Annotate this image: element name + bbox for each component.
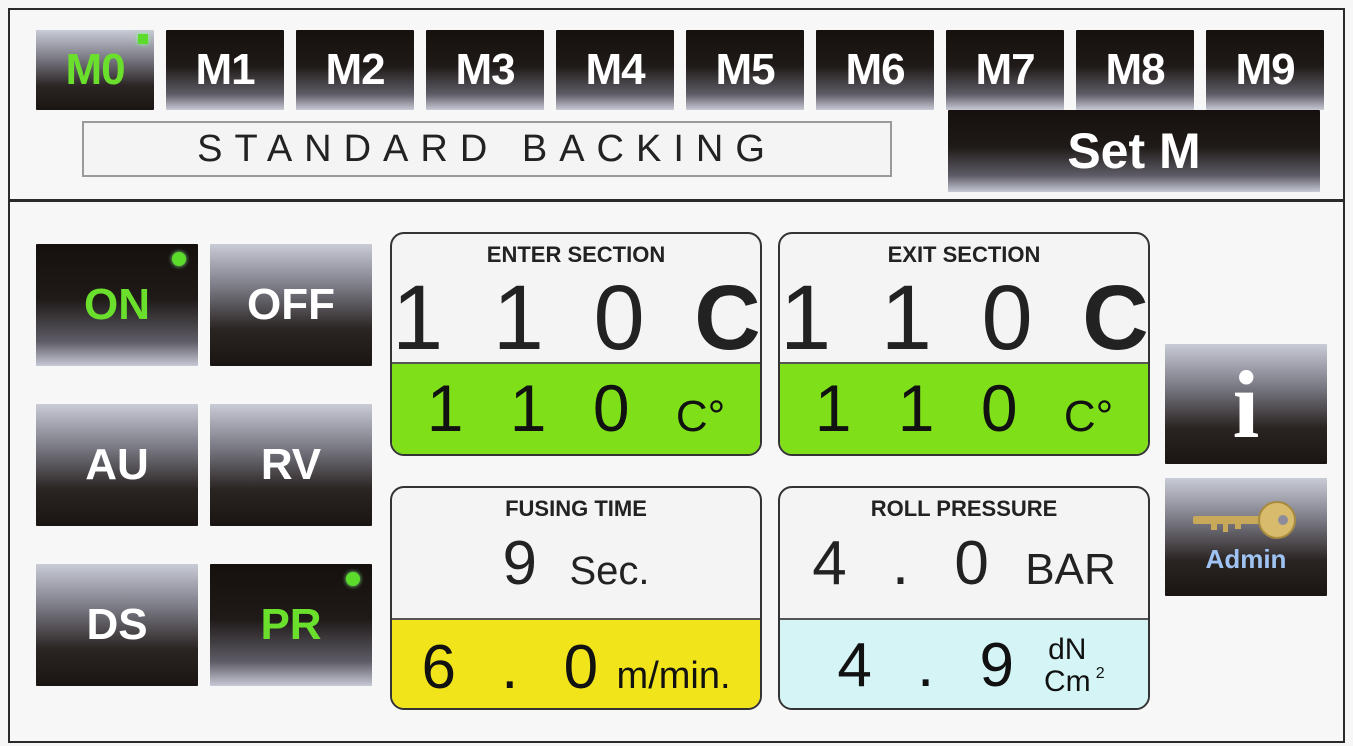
line-speed-value: 6 . 0 bbox=[421, 633, 613, 702]
memory-tab-m6[interactable]: M6 bbox=[816, 30, 934, 110]
rv-label: RV bbox=[260, 440, 322, 489]
fusing-time-unit: Sec. bbox=[569, 549, 650, 593]
enter-actual-value: 1 1 0 bbox=[426, 371, 644, 445]
on-button[interactable]: ON bbox=[36, 244, 198, 366]
roll-pressure-value: 4 . 0 bbox=[812, 529, 1003, 598]
enter-setpoint-area[interactable]: ENTER SECTION 1 1 0 C° bbox=[392, 234, 760, 369]
set-memory-label: Set M bbox=[1067, 123, 1201, 179]
exit-setpoint-display: 1 1 0 C° bbox=[780, 266, 1148, 371]
memory-tab-m9[interactable]: M9 bbox=[1206, 30, 1324, 110]
memory-tab-label: M1 bbox=[195, 45, 255, 94]
fusing-time-area[interactable]: FUSING TIME 9 Sec. bbox=[392, 488, 760, 618]
enter-actual-display: 1 1 0 C° bbox=[392, 370, 760, 446]
exit-actual-unit: C° bbox=[1063, 392, 1114, 441]
on-indicator-led bbox=[172, 252, 186, 266]
exit-setpoint-unit: C° bbox=[1082, 267, 1149, 369]
roll-force-unit: dN Cm 2 bbox=[1043, 632, 1105, 698]
info-button[interactable]: i bbox=[1165, 344, 1327, 464]
enter-section-panel[interactable]: ENTER SECTION 1 1 0 C° 1 1 0 C° bbox=[390, 232, 762, 456]
exit-setpoint-area[interactable]: EXIT SECTION 1 1 0 C° bbox=[780, 234, 1148, 369]
memory-tab-m5[interactable]: M5 bbox=[686, 30, 804, 110]
au-button[interactable]: AU bbox=[36, 404, 198, 526]
info-icon: i bbox=[1232, 350, 1260, 458]
line-speed-display: 6 . 0 m/min. bbox=[392, 632, 760, 703]
exit-actual-area: 1 1 0 C° bbox=[780, 362, 1148, 454]
au-label: AU bbox=[85, 440, 149, 489]
rv-button[interactable]: RV bbox=[210, 404, 372, 526]
exit-actual-display: 1 1 0 C° bbox=[780, 370, 1148, 446]
exit-setpoint-value: 1 1 0 bbox=[780, 267, 1045, 369]
memory-tab-label: M4 bbox=[585, 45, 645, 94]
memory-tab-label: M3 bbox=[455, 45, 515, 94]
enter-setpoint-display: 1 1 0 C° bbox=[392, 266, 760, 371]
ds-button[interactable]: DS bbox=[36, 564, 198, 686]
roll-pressure-title: ROLL PRESSURE bbox=[870, 496, 1058, 521]
fusing-time-value: 9 bbox=[502, 529, 537, 598]
memory-tab-active-indicator bbox=[138, 34, 148, 44]
ds-label: DS bbox=[86, 600, 148, 649]
roll-force-value: 4 . 9 bbox=[837, 631, 1028, 700]
on-label: ON bbox=[84, 280, 150, 329]
memory-tab-m8[interactable]: M8 bbox=[1076, 30, 1194, 110]
memory-tab-m7[interactable]: M7 bbox=[946, 30, 1064, 110]
memory-tab-m1[interactable]: M1 bbox=[166, 30, 284, 110]
memory-tab-label: M6 bbox=[845, 45, 905, 94]
hmi-screen: M0 M1 M2 M3 M4 M5 M6 M7 M8 M9 STANDARD BACKING Se… bbox=[8, 8, 1345, 743]
exit-section-title: EXIT SECTION bbox=[887, 242, 1041, 267]
set-memory-button[interactable]: Set M bbox=[948, 110, 1320, 192]
exit-section-panel[interactable]: EXIT SECTION 1 1 0 C° 1 1 0 C° bbox=[778, 232, 1150, 456]
pr-label: PR bbox=[260, 600, 322, 649]
memory-tab-label: M8 bbox=[1105, 45, 1165, 94]
fusing-time-title: FUSING TIME bbox=[505, 496, 647, 521]
admin-button[interactable]: Admin bbox=[1165, 478, 1327, 596]
memory-tab-m2[interactable]: M2 bbox=[296, 30, 414, 110]
roll-force-unit-top: dN bbox=[1048, 632, 1087, 666]
enter-actual-area: 1 1 0 C° bbox=[392, 362, 760, 454]
fusing-time-display: 9 Sec. bbox=[392, 528, 760, 599]
header-divider bbox=[10, 199, 1343, 202]
roll-force-unit-bottom: Cm bbox=[1043, 664, 1091, 698]
roll-pressure-panel[interactable]: ROLL PRESSURE 4 . 0 BAR 4 . 9 dN Cm 2 bbox=[778, 486, 1150, 710]
program-name: STANDARD BACKING bbox=[197, 127, 777, 170]
off-label: OFF bbox=[247, 280, 335, 329]
pr-indicator-led bbox=[346, 572, 360, 586]
line-speed-unit: m/min. bbox=[616, 655, 731, 697]
roll-force-display: 4 . 9 dN Cm 2 bbox=[780, 630, 1148, 701]
line-speed-area: 6 . 0 m/min. bbox=[392, 618, 760, 708]
key-icon bbox=[1193, 500, 1296, 539]
memory-tab-m3[interactable]: M3 bbox=[426, 30, 544, 110]
enter-actual-unit: C° bbox=[675, 392, 726, 441]
enter-section-title: ENTER SECTION bbox=[486, 242, 666, 267]
enter-setpoint-unit: C° bbox=[694, 267, 761, 369]
admin-label: Admin bbox=[1205, 543, 1287, 574]
roll-pressure-area[interactable]: ROLL PRESSURE 4 . 0 BAR bbox=[780, 488, 1148, 618]
roll-pressure-unit: BAR bbox=[1025, 545, 1116, 594]
roll-pressure-display: 4 . 0 BAR bbox=[780, 528, 1148, 599]
memory-tab-m0[interactable]: M0 bbox=[36, 30, 154, 110]
roll-force-unit-exponent: 2 bbox=[1095, 664, 1105, 682]
exit-actual-value: 1 1 0 bbox=[814, 371, 1032, 445]
roll-force-area: 4 . 9 dN Cm 2 bbox=[780, 618, 1148, 708]
pr-button[interactable]: PR bbox=[210, 564, 372, 686]
program-name-field[interactable]: STANDARD BACKING bbox=[82, 121, 892, 177]
enter-setpoint-value: 1 1 0 bbox=[392, 267, 657, 369]
memory-tab-label: M5 bbox=[715, 45, 775, 94]
memory-tab-label: M0 bbox=[65, 45, 125, 94]
fusing-time-panel[interactable]: FUSING TIME 9 Sec. 6 . 0 m/min. bbox=[390, 486, 762, 710]
off-button[interactable]: OFF bbox=[210, 244, 372, 366]
memory-tab-label: M7 bbox=[975, 45, 1035, 94]
memory-tab-m4[interactable]: M4 bbox=[556, 30, 674, 110]
memory-tab-label: M9 bbox=[1235, 45, 1295, 94]
memory-tab-label: M2 bbox=[325, 45, 385, 94]
